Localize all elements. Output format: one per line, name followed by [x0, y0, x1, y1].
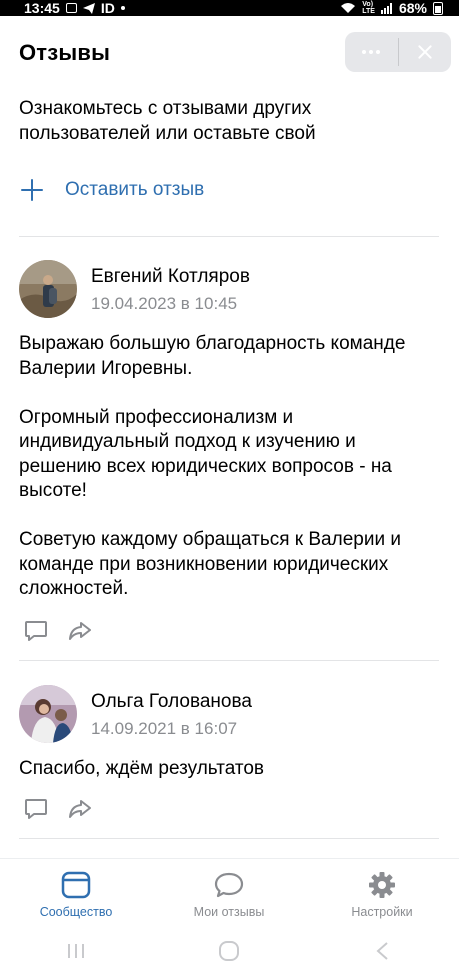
- tab-my-reviews[interactable]: Мои отзывы: [159, 871, 299, 919]
- review-actions: [23, 796, 93, 822]
- wifi-icon: [341, 3, 356, 13]
- review-text: Выражаю большую благодарность команде Ва…: [19, 333, 406, 599]
- close-icon: [418, 45, 432, 59]
- id-badge: ID: [100, 0, 115, 16]
- header: Отзывы: [0, 16, 459, 92]
- gallery-notification-icon: [65, 3, 77, 13]
- review-date: 14.09.2021 в 16:07: [91, 719, 238, 738]
- intro-text: Ознакомьтесь с отзывами других пользоват…: [19, 98, 316, 144]
- comment-icon[interactable]: [23, 796, 49, 822]
- tab-community-label: Сообщество: [39, 905, 113, 919]
- tab-my-reviews-label: Мои отзывы: [193, 905, 265, 919]
- notification-dot-icon: [120, 6, 125, 10]
- leave-review-label: Оставить отзыв: [65, 179, 205, 200]
- share-icon[interactable]: [67, 618, 93, 644]
- review-author: Ольга Голованова: [91, 691, 252, 712]
- status-time: 13:45: [24, 0, 60, 16]
- chat-bubble-icon: [214, 872, 244, 898]
- review-author: Евгений Котляров: [91, 266, 250, 287]
- system-nav-bar: [0, 936, 459, 966]
- network-type: Vo) LTE: [362, 1, 375, 15]
- status-bar: 13:45 ID Vo) LTE 68%: [0, 0, 459, 16]
- more-dots-icon: [362, 50, 381, 54]
- page-title: Отзывы: [19, 40, 111, 65]
- gear-icon: [369, 872, 395, 898]
- review-actions: [23, 618, 93, 644]
- leave-review-button[interactable]: Оставить отзыв: [19, 172, 204, 208]
- community-icon: [61, 871, 91, 899]
- tab-settings-label: Настройки: [351, 905, 413, 919]
- review-date: 19.04.2023 в 10:45: [91, 294, 238, 313]
- signal-icon: [380, 2, 392, 14]
- battery-percent: 68%: [398, 0, 427, 16]
- telegram-notification-icon: [82, 2, 95, 14]
- bottom-nav: Сообщество Мои отзывы Настройки: [0, 858, 459, 936]
- comment-icon[interactable]: [23, 618, 49, 644]
- avatar[interactable]: [19, 685, 77, 743]
- avatar[interactable]: [19, 260, 77, 318]
- back-icon[interactable]: [372, 940, 394, 962]
- battery-icon: [433, 1, 443, 15]
- divider: [19, 838, 439, 839]
- review-item: Евгений Котляров 19.04.2023 в 10:45 Выра…: [19, 260, 439, 660]
- close-button[interactable]: [399, 32, 452, 72]
- home-icon[interactable]: [217, 939, 241, 963]
- share-icon[interactable]: [67, 796, 93, 822]
- divider: [19, 660, 439, 661]
- tab-settings[interactable]: Настройки: [312, 871, 452, 919]
- miniapp-capsule: [345, 32, 451, 72]
- more-button[interactable]: [345, 32, 398, 72]
- review-text: Спасибо, ждём результатов: [19, 758, 264, 779]
- tab-community[interactable]: Сообщество: [6, 871, 146, 919]
- recent-apps-icon[interactable]: [65, 941, 87, 961]
- plus-icon: [19, 177, 45, 203]
- divider: [19, 236, 439, 237]
- review-item: Ольга Голованова 14.09.2021 в 16:07 Спас…: [19, 685, 439, 835]
